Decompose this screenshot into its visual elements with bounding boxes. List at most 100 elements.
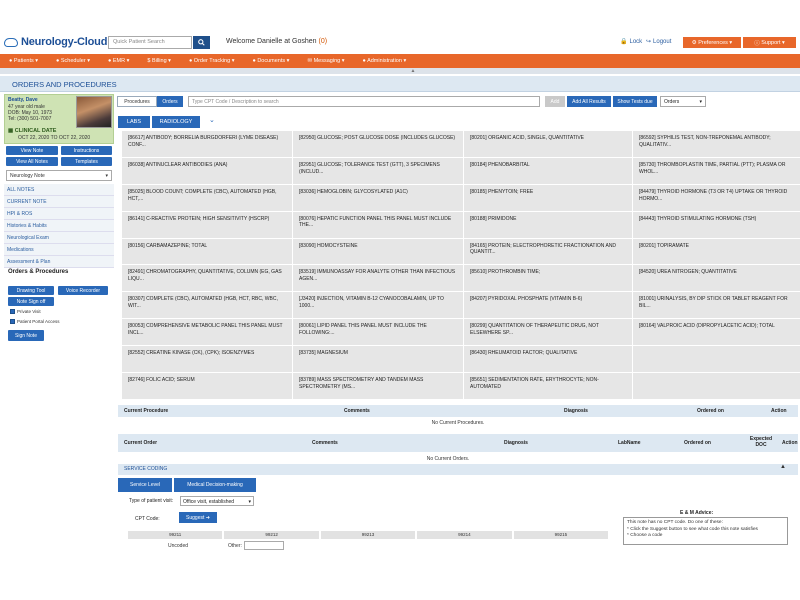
patient-search-input[interactable]: Quick Patient Search	[108, 36, 192, 49]
lab-test-item[interactable]: [J3420] INJECTION, VITAMIN B-12 CYANOCOB…	[293, 292, 463, 319]
lab-test-item[interactable]: [84443] THYROID STIMULATING HORMONE (TSH…	[633, 211, 800, 238]
view-all-notes-button[interactable]: View All Notes	[6, 157, 58, 166]
service-level-button[interactable]: Service Level	[118, 478, 172, 492]
col-current-procedure: Current Procedure	[124, 408, 169, 414]
visit-type-select[interactable]: Office visit, established ▾	[180, 496, 254, 506]
drawing-tool-button[interactable]: Drawing Tool	[8, 286, 54, 295]
lab-test-item[interactable]: [80184] PHENOBARBITAL	[464, 157, 632, 184]
cpt-code-option[interactable]: 99211	[128, 531, 223, 539]
lab-test-item[interactable]: [86141] C-REACTIVE PROTEIN; HIGH SENSITI…	[122, 211, 292, 238]
lab-test-item[interactable]: [83090] HOMOCYSTEINE	[293, 238, 463, 265]
add-button[interactable]: Add	[545, 96, 565, 107]
lab-test-item[interactable]: [80156] CARBAMAZEPINE; TOTAL	[122, 238, 292, 265]
lab-test-item[interactable]: [80061] LIPID PANEL THIS PANEL MUST INCL…	[293, 319, 463, 346]
chevron-down-icon[interactable]: ⌄	[209, 116, 215, 124]
lab-test-item[interactable]: [80185] PHENYTOIN; FREE	[464, 184, 632, 211]
show-tests-due-button[interactable]: Show Tests due	[613, 96, 657, 107]
lab-test-item[interactable]: [84520] UREA NITROGEN; QUANTITATIVE	[633, 265, 800, 292]
note-type-select[interactable]: Neurology Note ▾	[6, 170, 112, 181]
tab-labs[interactable]: LABS	[118, 116, 150, 128]
lab-test-item[interactable]: [82491] CHROMATOGRAPHY, QUANTITATIVE, CO…	[122, 265, 292, 292]
lab-test-item[interactable]: [86592] SYPHILIS TEST, NON-TREPONEMAL AN…	[633, 131, 800, 157]
lab-test-item[interactable]: [85651] SEDIMENTATION RATE, ERYTHROCYTE;…	[464, 373, 632, 399]
other-code-input[interactable]	[244, 541, 284, 550]
collapse-icon[interactable]: ▲	[780, 464, 786, 470]
cpt-code-option[interactable]: 99212	[224, 531, 319, 539]
sidebar-item-histories[interactable]: Histories & Habits	[4, 220, 114, 232]
procedures-table-header: Current Procedure Comments Diagnosis Ord…	[118, 405, 798, 417]
suggest-button[interactable]: Suggest ➜	[179, 512, 217, 523]
lab-test-item[interactable]: [85610] PROTHROMBIN TIME;	[464, 265, 632, 292]
lab-test-item[interactable]: [80201] ORGANIC ACID, SINGLE, QUANTITATI…	[464, 131, 632, 157]
lab-test-item[interactable]: [85025] BLOOD COUNT; COMPLETE (CBC), AUT…	[122, 184, 292, 211]
lab-test-item[interactable]: [80307] COMPLETE (CBC), AUTOMATED (HGB, …	[122, 292, 292, 319]
logout-link[interactable]: ↪ Logout	[646, 38, 671, 46]
app-logo[interactable]: Neurology-Cloud	[4, 36, 107, 48]
lab-test-item[interactable]: [84207] PYRIDOXAL PHOSPHATE (VITAMIN B-6…	[464, 292, 632, 319]
tab-radiology[interactable]: RADIOLOGY	[152, 116, 200, 128]
lab-test-item[interactable]: [80076] HEPATIC FUNCTION PANEL THIS PANE…	[293, 211, 463, 238]
private-visit-checkbox[interactable]: Private Visit	[10, 309, 41, 314]
support-menu[interactable]: ⓘ Support ▾	[743, 37, 796, 48]
collapse-header-icon[interactable]: ▲	[406, 68, 420, 74]
voice-recorder-button[interactable]: Voice Recorder	[58, 286, 108, 295]
cpt-search-input[interactable]: Type CPT Code / Description to search	[188, 96, 540, 107]
lab-test-item[interactable]: [82950] GLUCOSE; POST GLUCOSE DOSE (INCL…	[293, 131, 463, 157]
sidebar-item-current-note[interactable]: CURRENT NOTE	[4, 196, 114, 208]
tab-procedures[interactable]: Procedures	[117, 96, 157, 107]
preferences-menu[interactable]: ⚙ Preferences ▾	[683, 37, 741, 48]
nav-messaging[interactable]: ✉ Messaging ▾	[298, 58, 353, 64]
lab-test-item[interactable]: [86617] ANTIBODY; BORRELIA BURGDORFERI (…	[122, 131, 292, 157]
lab-test-item[interactable]: [80053] COMPREHENSIVE METABOLIC PANEL TH…	[122, 319, 292, 346]
lab-test-item[interactable]: [82552] CREATINE KINASE (CK), (CPK); ISO…	[122, 346, 292, 373]
service-coding-bar[interactable]	[118, 464, 798, 475]
lab-test-item[interactable]: [84165] PROTEIN; ELECTROPHORETIC FRACTIO…	[464, 238, 632, 265]
lab-test-item[interactable]: [85730] THROMBOPLASTIN TIME, PARTIAL (PT…	[633, 157, 800, 184]
add-all-results-button[interactable]: Add All Results	[567, 96, 611, 107]
uncoded-option[interactable]: Uncoded	[168, 543, 188, 549]
note-sign-off-button[interactable]: Note Sign off	[8, 297, 54, 306]
welcome-count[interactable]: (0)	[318, 38, 327, 45]
nav-documents[interactable]: ● Documents ▾	[243, 58, 298, 64]
orders-procedures-heading[interactable]: Orders & Procedures	[8, 269, 68, 275]
medical-decision-making-button[interactable]: Medical Decision-making	[174, 478, 256, 492]
nav-emr[interactable]: ● EMR ▾	[99, 58, 138, 64]
lab-test-item[interactable]: [83519] IMMUNOASSAY FOR ANALYTE OTHER TH…	[293, 265, 463, 292]
patient-name[interactable]: Beatty, Dave	[8, 97, 38, 103]
orders-select[interactable]: Orders ▾	[660, 96, 706, 107]
lab-test-item[interactable]: [80201] TOPIRAMATE	[633, 238, 800, 265]
templates-button[interactable]: Templates	[61, 157, 112, 166]
search-button[interactable]	[193, 36, 210, 49]
lab-test-item[interactable]: [82746] FOLIC ACID; SERUM	[122, 373, 292, 399]
cpt-code-option[interactable]: 99214	[417, 531, 512, 539]
sidebar-item-all-notes[interactable]: ALL NOTES	[4, 184, 114, 196]
cpt-code-option[interactable]: 99215	[513, 531, 609, 539]
cpt-code-option[interactable]: 99213	[320, 531, 416, 539]
sidebar-item-assessment[interactable]: Assessment & Plan	[4, 256, 114, 268]
lab-test-item[interactable]: [80164] VALPROIC ACID (DIPROPYLACETIC AC…	[633, 319, 800, 346]
lab-test-item[interactable]: [86038] ANTINUCLEAR ANTIBODIES (ANA)	[122, 157, 292, 184]
lab-test-item[interactable]: [81001] URINALYSIS, BY DIP STICK OR TABL…	[633, 292, 800, 319]
tab-orders[interactable]: Orders	[157, 96, 183, 107]
nav-billing[interactable]: $ Billing ▾	[138, 58, 180, 64]
portal-access-checkbox[interactable]: Patient Portal Access	[10, 319, 60, 324]
nav-patients[interactable]: ● Patients ▾	[0, 58, 47, 64]
lock-link[interactable]: 🔒 Lock	[620, 38, 642, 46]
lab-test-item[interactable]: [86430] RHEUMATOID FACTOR; QUALITATIVE	[464, 346, 632, 373]
lab-test-item[interactable]: [83735] MAGNESIUM	[293, 346, 463, 373]
sidebar-item-hpi-ros[interactable]: HPI & ROS	[4, 208, 114, 220]
lab-test-item[interactable]: [80188] PRIMIDONE	[464, 211, 632, 238]
instructions-button[interactable]: Instructions	[61, 146, 112, 155]
lab-test-item[interactable]: [82951] GLUCOSE; TOLERANCE TEST (GTT), 3…	[293, 157, 463, 184]
nav-scheduler[interactable]: ● Scheduler ▾	[47, 58, 99, 64]
sidebar-item-neuro-exam[interactable]: Neurological Exam	[4, 232, 114, 244]
nav-administration[interactable]: ● Administration ▾	[354, 58, 416, 64]
sign-note-button[interactable]: Sign Note	[8, 330, 44, 341]
nav-order-tracking[interactable]: ● Order Tracking ▾	[180, 58, 244, 64]
view-note-button[interactable]: View Note	[6, 146, 58, 155]
lab-test-item[interactable]: [83036] HEMOGLOBIN; GLYCOSYLATED (A1C)	[293, 184, 463, 211]
lab-test-item[interactable]: [80299] QUANTITATION OF THERAPEUTIC DRUG…	[464, 319, 632, 346]
lab-test-item[interactable]: [84479] THYROID HORMONE (T3 OR T4) UPTAK…	[633, 184, 800, 211]
sidebar-item-medications[interactable]: Medications	[4, 244, 114, 256]
lab-test-item[interactable]: [83789] MASS SPECTROMETRY AND TANDEM MAS…	[293, 373, 463, 399]
